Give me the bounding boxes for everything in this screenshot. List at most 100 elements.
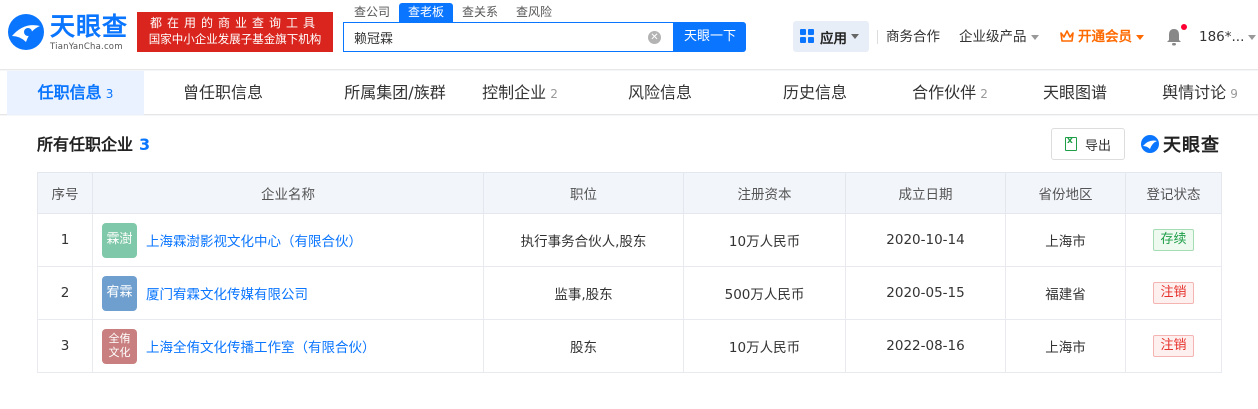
column-header: 企业名称 xyxy=(92,172,484,214)
slogan-banner: 都在用的商业查询工具 国家中小企业发展子基金旗下机构 xyxy=(137,12,333,52)
date-cell: 2020-05-15 xyxy=(845,266,1006,320)
company-logo-text: 全侑文化 xyxy=(108,332,131,359)
user-menu[interactable]: 186*... xyxy=(1199,22,1257,52)
chevron-down-icon xyxy=(1030,34,1039,40)
search-box: ✕ xyxy=(343,22,674,52)
chevron-down-icon xyxy=(1136,34,1144,40)
slogan-line2: 国家中小企业发展子基金旗下机构 xyxy=(148,32,322,46)
column-header: 职位 xyxy=(483,172,684,214)
nav-divider xyxy=(877,30,878,44)
positions-table: 序号 企业名称 职位 注册资本 成立日期 省份地区 登记状态 1 霖澍 上海霖澍… xyxy=(37,172,1222,373)
enterprise-products-label: 企业级产品 xyxy=(959,29,1027,45)
tab-group[interactable]: 所属集团/族群 xyxy=(310,71,480,115)
crown-icon xyxy=(1060,30,1074,42)
tab-partners[interactable]: 合作伙伴 2 xyxy=(900,71,1000,115)
region-cell: 上海市 xyxy=(1005,319,1126,373)
excel-icon xyxy=(1064,136,1077,151)
search-type-tabs: 查公司 查老板 查关系 查风险 xyxy=(345,3,561,22)
apps-menu-button[interactable]: 应用 xyxy=(793,21,869,52)
business-cooperation-link[interactable]: 商务合作 xyxy=(886,22,940,52)
company-logo: 霖澍 xyxy=(102,222,137,258)
row-number: 2 xyxy=(37,266,93,320)
region-cell: 福建省 xyxy=(1005,266,1126,320)
enterprise-products-menu[interactable]: 企业级产品 xyxy=(959,22,1039,52)
company-cell: 宥霖 厦门宥霖文化传媒有限公司 xyxy=(92,266,484,320)
company-name-link[interactable]: 厦门宥霖文化传媒有限公司 xyxy=(146,283,308,303)
vip-label: 开通会员 xyxy=(1078,29,1132,45)
vip-menu[interactable]: 开通会员 xyxy=(1060,22,1144,52)
tab-label: 任职信息 xyxy=(37,83,102,102)
section-title: 所有任职企业 3 xyxy=(37,135,150,155)
tab-label: 合作伙伴 xyxy=(912,83,977,102)
export-label: 导出 xyxy=(1084,138,1111,154)
section-title-text: 所有任职企业 xyxy=(37,135,134,154)
user-phone: 186*... xyxy=(1199,29,1245,45)
person-info-tabs: 任职信息 3 曾任职信息 所属集团/族群 控制企业 2 风险信息 历史信息 合作伙伴… xyxy=(0,71,1258,115)
search-input[interactable] xyxy=(344,23,639,51)
tianyancha-watermark: 天眼查 xyxy=(1140,132,1220,156)
table-row: 3 全侑文化 上海全侑文化传播工作室（有限合伙） 股东 10万人民币 2022-… xyxy=(37,319,1222,373)
position-cell: 执行事务合伙人,股东 xyxy=(483,213,684,267)
status-cell: 注销 xyxy=(1125,266,1222,320)
tab-risk-info[interactable]: 风险信息 xyxy=(605,71,715,115)
tab-current-positions[interactable]: 任职信息 3 xyxy=(7,71,144,115)
company-name-link[interactable]: 上海全侑文化传播工作室（有限合伙） xyxy=(146,336,376,356)
tab-former-positions[interactable]: 曾任职信息 xyxy=(160,71,286,115)
tab-label: 风险信息 xyxy=(627,83,692,102)
search-tab-boss[interactable]: 查老板 xyxy=(399,3,454,22)
watermark-text: 天眼查 xyxy=(1163,135,1220,156)
logo-domain: TianYanCha.com xyxy=(50,42,123,52)
status-badge: 存续 xyxy=(1153,229,1194,251)
capital-cell: 10万人民币 xyxy=(683,213,846,267)
export-button[interactable]: 导出 xyxy=(1051,128,1125,160)
row-number: 3 xyxy=(37,319,93,373)
tab-controlled-companies[interactable]: 控制企业 2 xyxy=(470,71,570,115)
chevron-down-icon xyxy=(1248,34,1257,40)
search-tab-relation[interactable]: 查关系 xyxy=(453,3,507,22)
table-row: 1 霖澍 上海霖澍影视文化中心（有限合伙） 执行事务合伙人,股东 10万人民币 … xyxy=(37,213,1222,267)
capital-cell: 500万人民币 xyxy=(683,266,846,320)
company-cell: 全侑文化 上海全侑文化传播工作室（有限合伙） xyxy=(92,319,484,373)
status-cell: 注销 xyxy=(1125,319,1222,373)
tab-label: 舆情讨论 xyxy=(1162,83,1227,102)
column-header: 省份地区 xyxy=(1005,172,1126,214)
search-tab-risk[interactable]: 查风险 xyxy=(507,3,561,22)
status-badge: 注销 xyxy=(1153,335,1194,357)
capital-cell: 10万人民币 xyxy=(683,319,846,373)
column-header: 成立日期 xyxy=(845,172,1006,214)
tab-history[interactable]: 历史信息 xyxy=(760,71,870,115)
position-cell: 股东 xyxy=(483,319,684,373)
position-cell: 监事,股东 xyxy=(483,266,684,320)
logo-text: 天眼查 xyxy=(50,12,129,41)
company-name-link[interactable]: 上海霖澍影视文化中心（有限合伙） xyxy=(146,230,362,250)
apps-label: 应用 xyxy=(820,30,847,47)
tab-count: 2 xyxy=(980,87,988,101)
date-cell: 2022-08-16 xyxy=(845,319,1006,373)
tianyancha-logo-icon xyxy=(8,14,44,50)
tab-count: 3 xyxy=(105,87,114,101)
clear-icon[interactable]: ✕ xyxy=(648,31,661,44)
tab-graph[interactable]: 天眼图谱 xyxy=(1030,71,1120,115)
search-tab-company[interactable]: 查公司 xyxy=(345,3,399,22)
apps-grid-icon xyxy=(800,29,815,44)
company-logo: 宥霖 xyxy=(102,275,137,311)
status-badge: 注销 xyxy=(1153,282,1194,304)
top-header: 天眼查 TianYanCha.com 都在用的商业查询工具 国家中小企业发展子基… xyxy=(0,0,1258,70)
tab-label: 控制企业 xyxy=(482,83,547,102)
tab-count: 9 xyxy=(1230,87,1238,101)
section-count: 3 xyxy=(139,135,151,154)
tab-count: 2 xyxy=(550,87,558,101)
status-cell: 存续 xyxy=(1125,213,1222,267)
search-button[interactable]: 天眼一下 xyxy=(674,22,746,52)
tab-public-opinion[interactable]: 舆情讨论 9 xyxy=(1150,71,1250,115)
tianyancha-logo[interactable]: 天眼查 TianYanCha.com xyxy=(6,10,132,56)
date-cell: 2020-10-14 xyxy=(845,213,1006,267)
slogan-line1: 都在用的商业查询工具 xyxy=(149,16,320,30)
column-header: 序号 xyxy=(37,172,93,214)
column-header: 注册资本 xyxy=(683,172,846,214)
notification-dot xyxy=(1181,24,1187,30)
tab-label: 所属集团/族群 xyxy=(344,83,446,102)
bell-icon[interactable] xyxy=(1165,27,1183,47)
positions-panel: 所有任职企业 3 导出 天眼查 序号 企业名称 职位 注册资本 成立日期 省份地区… xyxy=(0,116,1258,409)
region-cell: 上海市 xyxy=(1005,213,1126,267)
